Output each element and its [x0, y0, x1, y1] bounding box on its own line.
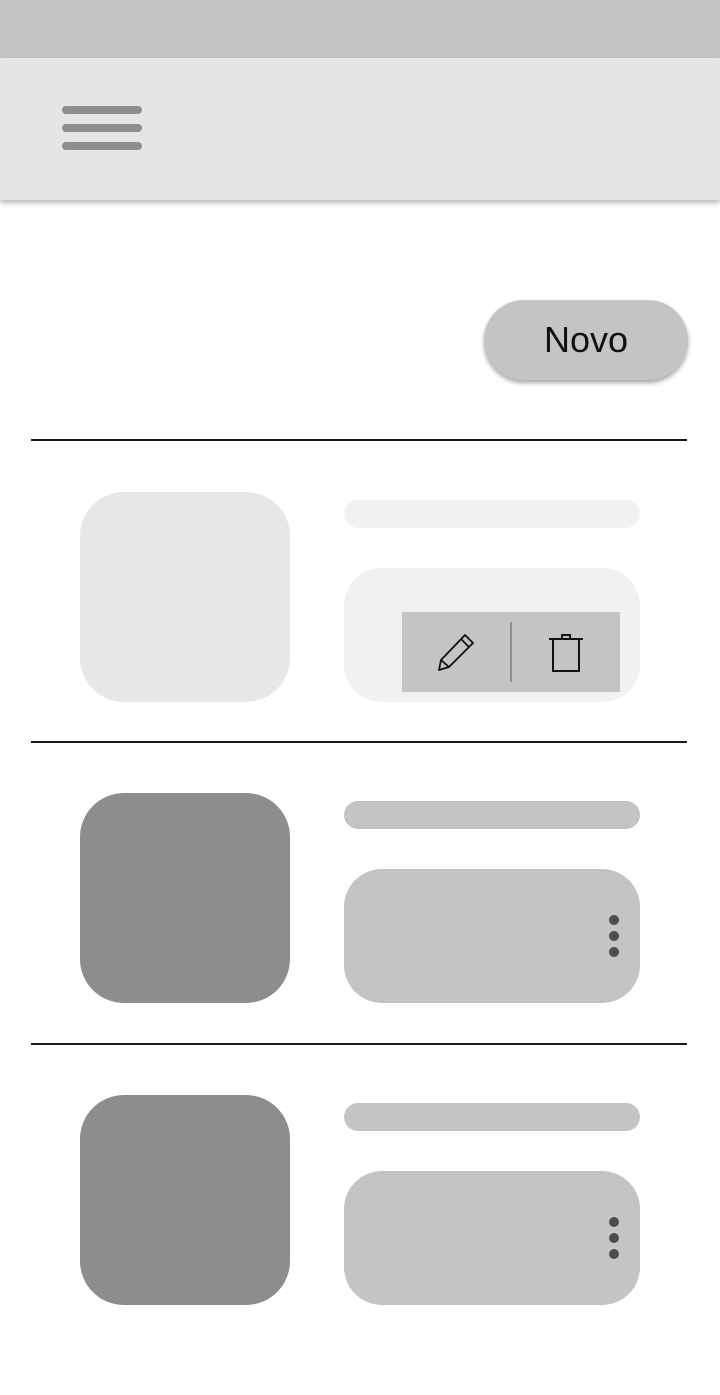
item-title-placeholder: [344, 1103, 640, 1131]
new-button[interactable]: Novo: [484, 300, 688, 380]
more-vert-icon[interactable]: [600, 907, 628, 967]
item-content-placeholder: [344, 1171, 640, 1305]
dot: [609, 1217, 619, 1227]
hamburger-menu-icon[interactable]: [52, 94, 152, 164]
item-content-placeholder: [344, 869, 640, 1003]
divider: [31, 439, 687, 441]
dot: [609, 1233, 619, 1243]
dot: [609, 947, 619, 957]
divider: [31, 1043, 687, 1045]
item-thumbnail: [80, 492, 290, 702]
list-item[interactable]: [0, 492, 720, 792]
dot: [609, 1249, 619, 1259]
list-item[interactable]: [0, 793, 720, 1093]
menu-line: [62, 142, 142, 150]
app-bar: [0, 58, 720, 200]
menu-line: [62, 106, 142, 114]
item-thumbnail: [80, 793, 290, 1003]
status-bar: [0, 0, 720, 58]
edit-button[interactable]: [402, 612, 510, 692]
list-item[interactable]: [0, 1095, 720, 1395]
trash-icon: [549, 634, 583, 672]
menu-line: [62, 124, 142, 132]
dot: [609, 931, 619, 941]
divider: [31, 741, 687, 743]
delete-button[interactable]: [512, 612, 620, 692]
item-title-placeholder: [344, 500, 640, 528]
item-thumbnail: [80, 1095, 290, 1305]
dot: [609, 915, 619, 925]
item-title-placeholder: [344, 801, 640, 829]
item-action-menu: [402, 612, 620, 692]
more-vert-icon[interactable]: [600, 1209, 628, 1269]
pencil-icon: [438, 634, 474, 671]
item-content-placeholder: [344, 568, 640, 702]
